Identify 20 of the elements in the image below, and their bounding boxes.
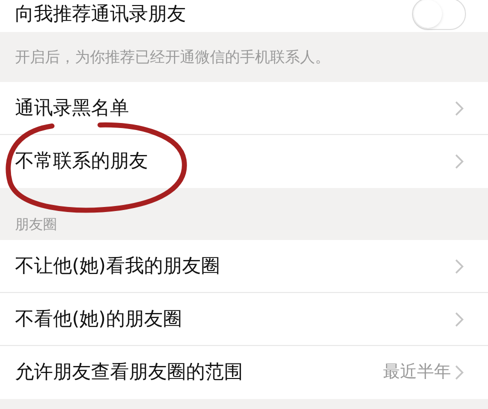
settings-row[interactable]: 通讯录黑名单 xyxy=(0,82,488,135)
row-label: 向我推荐通讯录朋友 xyxy=(15,2,187,27)
toggle-switch[interactable] xyxy=(412,0,466,30)
settings-row[interactable]: 不看他(她)的朋友圈 xyxy=(0,293,488,346)
row-value: 最近半年 xyxy=(383,360,451,384)
chevron-icon xyxy=(455,365,464,380)
section-header: 朋友圈 xyxy=(15,216,57,235)
chevron-icon xyxy=(455,312,464,326)
row-label: 通讯录黑名单 xyxy=(15,96,130,121)
hint-text: 开启后，为你推荐已经开通微信的手机联系人。 xyxy=(15,46,330,68)
settings-row[interactable]: 不让他(她)看我的朋友圈 xyxy=(0,240,488,293)
chevron-icon xyxy=(455,100,464,116)
row-label: 不常联系的朋友 xyxy=(15,149,149,174)
row-label: 允许朋友查看朋友圈的范围 xyxy=(15,360,244,386)
chevron-icon xyxy=(455,258,464,274)
row-label: 不看他(她)的朋友圈 xyxy=(15,306,183,332)
settings-row[interactable]: 不常联系的朋友 xyxy=(0,135,488,188)
settings-row[interactable]: 允许朋友查看朋友圈的范围 最近半年 xyxy=(0,346,488,399)
chevron-icon xyxy=(455,154,464,169)
row-label: 不让他(她)看我的朋友圈 xyxy=(15,254,221,279)
